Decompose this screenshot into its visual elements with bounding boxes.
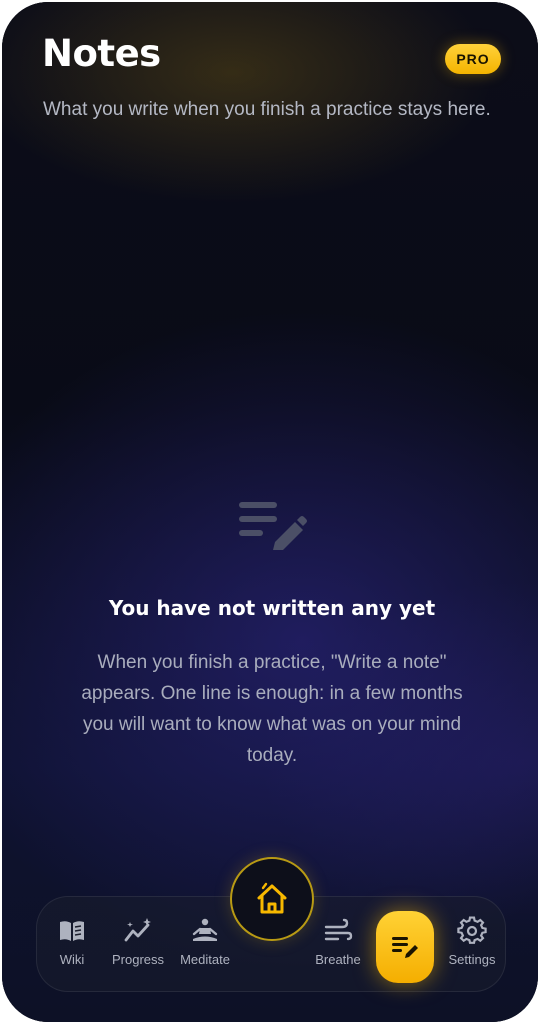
nav-label-meditate: Meditate	[180, 952, 230, 967]
page-subtitle: What you write when you finish a practic…	[43, 99, 491, 120]
nav-label-wiki: Wiki	[59, 952, 85, 967]
wind-icon	[324, 918, 353, 941]
nav-wiki[interactable]: Wiki	[35, 916, 109, 978]
notes-edit-icon	[392, 937, 418, 958]
nav-notes-active[interactable]	[376, 911, 434, 983]
phone-frame: Notes PRO What you write when you finish…	[2, 2, 538, 1022]
nav-label-progress: Progress	[111, 952, 165, 967]
nav-breathe[interactable]: Breathe	[301, 916, 375, 978]
notes-edit-icon	[239, 502, 307, 550]
pro-badge[interactable]: PRO	[445, 44, 501, 74]
book-icon	[60, 921, 84, 941]
empty-state-body: When you finish a practice, "Write a not…	[81, 652, 463, 766]
meditation-icon	[192, 918, 218, 941]
empty-state-title: You have not written any yet	[108, 596, 436, 620]
nav-label-breathe: Breathe	[315, 952, 361, 967]
page-title: Notes	[42, 32, 161, 75]
trend-sparkle-icon	[124, 918, 151, 942]
notes-screen: Notes PRO What you write when you finish…	[2, 2, 538, 1022]
nav-progress[interactable]: Progress	[101, 916, 175, 978]
home-icon	[257, 882, 287, 914]
nav-label-settings: Settings	[448, 952, 496, 967]
gear-icon	[457, 916, 487, 944]
nav-settings[interactable]: Settings	[435, 916, 509, 978]
nav-meditate[interactable]: Meditate	[168, 916, 242, 978]
